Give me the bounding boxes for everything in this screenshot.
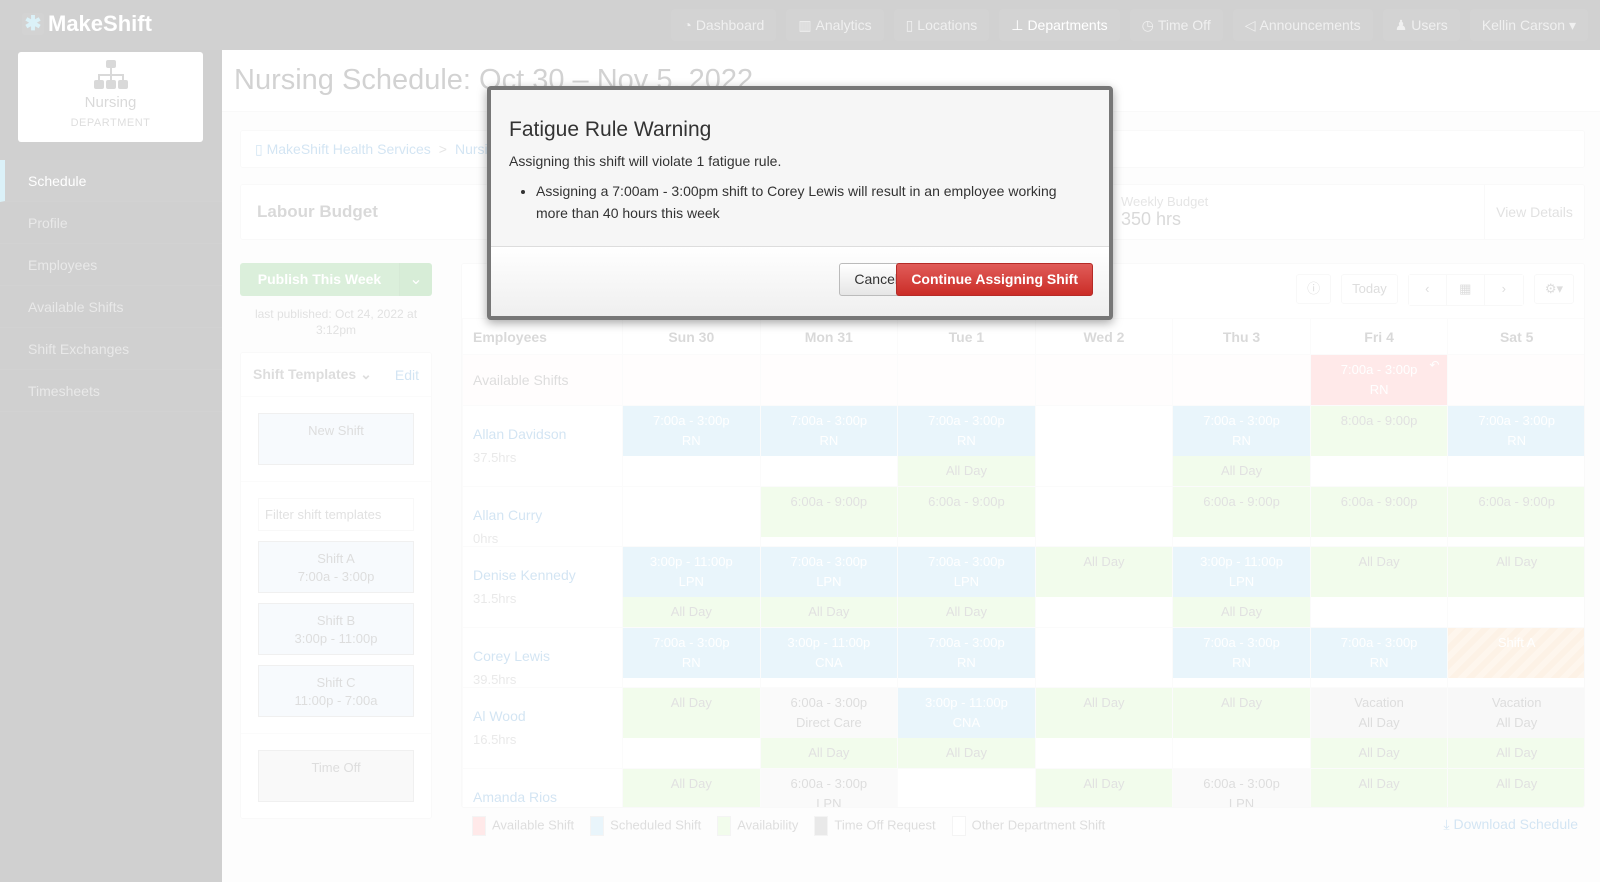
rule-item: Assigning a 7:00am - 3:00pm shift to Cor… [536,180,1091,224]
modal-footer: Cancel Continue Assigning Shift [491,246,1109,316]
modal-title: Fatigue Rule Warning [509,118,712,141]
rule-list: Assigning a 7:00am - 3:00pm shift to Cor… [536,180,1091,224]
fatigue-warning-modal: Fatigue Rule Warning Assigning this shif… [487,86,1113,320]
modal-summary: Assigning this shift will violate 1 fati… [509,153,782,169]
continue-assigning-button[interactable]: Continue Assigning Shift [896,263,1093,296]
